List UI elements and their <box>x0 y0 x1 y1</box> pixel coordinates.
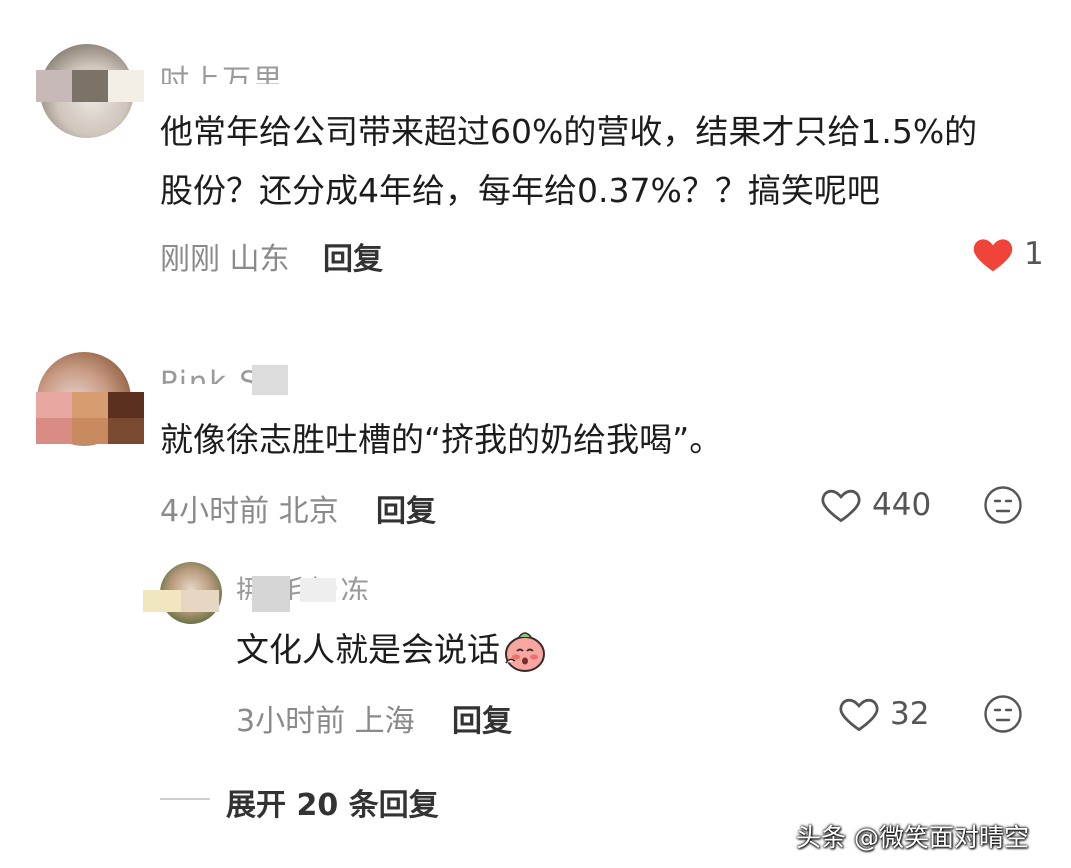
watermark: 头条 @微笑面对晴空 <box>796 823 1029 852</box>
like-button[interactable]: 1 <box>972 234 1044 274</box>
expand-replies-divider <box>160 798 210 800</box>
heart-outline-icon <box>821 489 861 523</box>
location: 上海 <box>354 704 415 739</box>
mosaic-blur <box>252 576 290 612</box>
comment-text-line: 股份？还分成4年给，每年给0.37%？？搞笑呢吧 <box>160 171 880 210</box>
username[interactable]: 吋上万里 <box>160 58 284 84</box>
heart-outline-icon <box>839 698 879 732</box>
emoji-reaction-icon[interactable] <box>983 485 1023 525</box>
like-count: 440 <box>872 487 932 523</box>
reply-button[interactable]: 回复 <box>452 696 512 740</box>
comment-meta: 刚刚 山东 <box>160 234 290 278</box>
reply-meta: 3小时前 上海 <box>236 696 415 740</box>
timestamp: 刚刚 <box>160 242 220 277</box>
shy-peach-emoji-icon <box>505 631 545 672</box>
timestamp: 4小时前 <box>160 494 270 529</box>
reply-button[interactable]: 回复 <box>323 234 383 278</box>
comment-text-line: 他常年给公司带来超过60%的营收，结果才只给1.5%的 <box>160 112 978 151</box>
reply-button[interactable]: 回复 <box>376 486 436 530</box>
mosaic-blur <box>143 590 219 612</box>
comment-text: 就像徐志胜吐槽的“挤我的奶给我喝”。 <box>160 420 723 459</box>
mosaic-blur <box>36 392 144 444</box>
like-count: 1 <box>1024 236 1044 272</box>
comment-text: 他常年给公司带来超过60%的营收，结果才只给1.5%的 股份？还分成4年给，每年… <box>160 102 1040 220</box>
emoji-reaction-icon[interactable] <box>983 694 1023 734</box>
heart-filled-icon <box>973 239 1013 272</box>
like-button[interactable]: 440 <box>820 484 931 526</box>
reply-text-content: 文化人就是会说话 <box>236 630 500 669</box>
location: 山东 <box>229 242 290 277</box>
mosaic-blur <box>36 70 144 102</box>
mosaic-blur <box>300 578 336 602</box>
username[interactable]: Pink S <box>160 362 260 384</box>
location: 北京 <box>278 494 339 529</box>
timestamp: 3小时前 <box>236 704 346 739</box>
comment-meta: 4小时前 北京 <box>160 486 339 530</box>
like-button[interactable]: 32 <box>838 693 929 735</box>
reply-text: 文化人就是会说话 <box>236 620 548 679</box>
mosaic-blur <box>252 365 288 395</box>
like-count: 32 <box>890 696 930 732</box>
expand-replies-button[interactable]: 展开 20 条回复 <box>226 780 439 824</box>
